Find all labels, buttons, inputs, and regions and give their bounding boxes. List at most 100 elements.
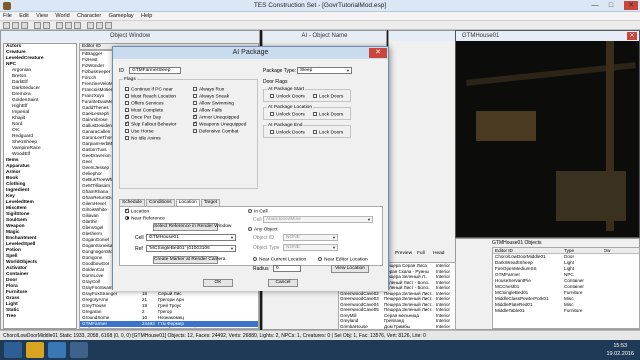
chevron-down-icon: ▼: [346, 68, 350, 73]
menu-gameplay[interactable]: Gameplay: [106, 12, 137, 20]
cell-select[interactable]: GTMHouse01 ▼: [146, 234, 236, 241]
menu-file[interactable]: File: [0, 12, 15, 20]
near-current-location-radio[interactable]: Near Current Location: [253, 256, 306, 262]
flag-checkbox[interactable]: Armor Unequipped: [193, 113, 240, 121]
cell-objects-table[interactable]: Editor ID Type Ow ChorolLowDoorMiddle01 D…: [492, 247, 640, 329]
checkbox-label: Armor Unequipped: [199, 115, 240, 121]
menu-edit[interactable]: Edit: [16, 12, 31, 20]
cancel-button[interactable]: Cancel: [268, 279, 298, 287]
maximize-button[interactable]: □: [604, 1, 618, 10]
checkbox-box: [313, 111, 317, 116]
table-cell: 14: [142, 327, 158, 328]
lock-doors-checkbox[interactable]: Lock Doors: [313, 111, 343, 117]
furniture-shape: [476, 111, 536, 141]
checkbox-box: [125, 128, 129, 133]
window-title: TES Construction Set - [GovrTutorialMod.…: [253, 2, 387, 9]
title-bar: TES Construction Set - [GovrTutorialMod.…: [0, 0, 640, 12]
package-type-select[interactable]: Sleep ▼: [297, 67, 352, 74]
flag-checkbox[interactable]: Allow Falls: [193, 107, 222, 113]
rotate-icon[interactable]: [65, 22, 72, 29]
close-button[interactable]: ✕: [624, 1, 638, 10]
minimize-button[interactable]: —: [588, 1, 602, 10]
checkbox-box: [125, 120, 129, 126]
tab-target[interactable]: Target: [200, 199, 221, 206]
undo-icon[interactable]: [34, 22, 41, 29]
menu-view[interactable]: View: [33, 12, 51, 20]
unlock-doors-checkbox[interactable]: Unlock Doors: [270, 111, 305, 117]
lock-doors-checkbox[interactable]: Lock Doors: [313, 93, 343, 99]
water-icon[interactable]: [96, 22, 103, 29]
open-icon[interactable]: [12, 22, 19, 29]
id-field[interactable]: GTMFarmerSleep: [129, 67, 181, 74]
column-header[interactable]: Ow: [604, 248, 640, 253]
checkbox-box: [193, 86, 197, 91]
full-checkbox[interactable]: Full: [417, 251, 425, 256]
preview-checkbox[interactable]: Preview: [395, 251, 412, 256]
move-icon[interactable]: [56, 22, 63, 29]
create-marker-button[interactable]: Create Marker at Render Camera: [153, 256, 225, 264]
ok-button[interactable]: OK: [203, 279, 233, 287]
radius-field[interactable]: 0: [273, 265, 301, 272]
in-cell-select[interactable]: AbandonedMine ▼: [263, 216, 373, 223]
menu-world[interactable]: World: [52, 12, 72, 20]
render-window-title: GTMHouse01: [456, 31, 639, 41]
render-window[interactable]: GTMHouse01 ✕: [455, 30, 640, 238]
flag-checkbox[interactable]: Once Per Day: [125, 113, 161, 120]
menu-help[interactable]: Help: [138, 12, 155, 20]
flag-checkbox[interactable]: Always Sneak: [193, 93, 229, 99]
redo-icon[interactable]: [43, 22, 50, 29]
unlock-doors-checkbox[interactable]: Unlock Doors: [270, 129, 305, 135]
flag-checkbox[interactable]: Defensive Combat: [193, 128, 238, 134]
location-checkbox[interactable]: Location: [125, 207, 149, 214]
column-header[interactable]: Editor ID: [493, 248, 564, 253]
object-type-select[interactable]: NONE ▼: [283, 244, 338, 251]
flag-checkbox[interactable]: Weapons Unequipped: [193, 120, 246, 127]
package-type-label: Package Type:: [263, 68, 296, 74]
flag-checkbox[interactable]: Use Horse: [125, 128, 154, 134]
column-header[interactable]: Type: [564, 248, 603, 253]
in-cell-radio[interactable]: In Cell: [248, 208, 268, 214]
render-close-button[interactable]: ✕: [627, 32, 637, 40]
table-row[interactable]: GulberGemena14Гильберт Джемейн: [80, 327, 258, 328]
select-reference-button[interactable]: Select Reference in Render Window: [153, 223, 231, 231]
checkbox-box: [125, 86, 129, 91]
scale-icon[interactable]: [74, 22, 81, 29]
object-id-select[interactable]: NONE ▼: [283, 234, 338, 241]
markers-icon[interactable]: [105, 22, 112, 29]
flag-checkbox[interactable]: Allow Swimming: [193, 100, 234, 106]
flag-checkbox[interactable]: Must Reach Location: [125, 93, 176, 99]
dialog-close-button[interactable]: ✕: [369, 48, 387, 58]
new-icon[interactable]: [3, 22, 10, 29]
save-icon[interactable]: [21, 22, 28, 29]
flag-checkbox[interactable]: Continue if PC near: [125, 86, 173, 92]
start-button[interactable]: [4, 342, 22, 358]
checkbox-label: Skip Fallout Behavior: [131, 122, 177, 128]
browser-icon[interactable]: [48, 342, 66, 358]
flag-checkbox[interactable]: Offers Services: [125, 100, 164, 106]
tab-conditions[interactable]: Conditions: [146, 199, 175, 206]
flag-checkbox[interactable]: Must Complete: [125, 107, 163, 113]
near-reference-radio[interactable]: Near Reference: [125, 215, 165, 221]
menu-character[interactable]: Character: [74, 12, 104, 20]
head-checkbox[interactable]: Head: [433, 251, 444, 256]
table-row[interactable]: MiddleTable01 Furniture: [493, 308, 639, 314]
explorer-icon[interactable]: [26, 342, 44, 358]
checkbox-box: [193, 93, 197, 98]
object-tree[interactable]: Actors Creature LeveledCreature NPC Argonian…: [3, 43, 77, 329]
lock-doors-checkbox[interactable]: Lock Doors: [313, 129, 343, 135]
object-window-title: Object Window: [1, 31, 259, 41]
any-object-radio[interactable]: Any Object: [248, 226, 277, 232]
near-editor-location-radio[interactable]: Near Editor Location: [318, 256, 368, 262]
chevron-down-icon: ▼: [332, 235, 336, 240]
flag-checkbox[interactable]: Skip Fallout Behavior: [125, 120, 177, 128]
flag-checkbox[interactable]: Always Run: [193, 86, 224, 92]
list-item[interactable]: GrimbaHouse Дом Гримбы Interior: [339, 324, 455, 330]
construction-set-icon[interactable]: [70, 342, 88, 358]
tree-item[interactable]: Tree: [4, 314, 76, 320]
tab-schedule[interactable]: Schedule: [119, 199, 146, 206]
unlock-doors-checkbox[interactable]: Unlock Doors: [270, 93, 305, 99]
flag-checkbox[interactable]: No Idle Anims: [125, 135, 161, 141]
view-location-button[interactable]: View Location: [331, 265, 369, 273]
lights-icon[interactable]: [87, 22, 94, 29]
ref-select[interactable]: 'MCSingleBed01' (01003106 ▼: [146, 245, 236, 252]
